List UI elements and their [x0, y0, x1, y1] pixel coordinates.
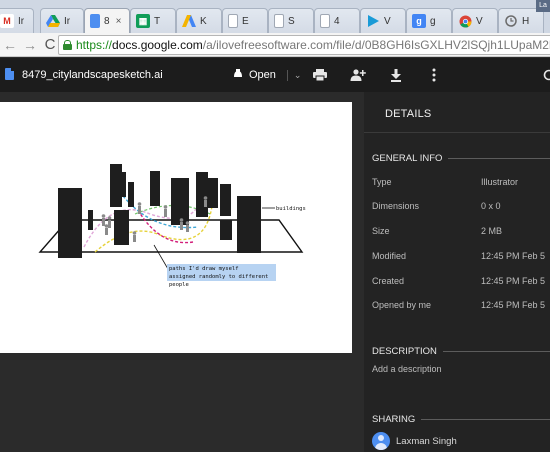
info-value-dimensions: 0 x 0 — [481, 201, 501, 211]
tab-page[interactable]: 4 — [314, 8, 360, 33]
sharing-heading-text: SHARING — [372, 414, 416, 425]
divider — [442, 351, 550, 352]
tab-play[interactable]: V — [360, 8, 406, 33]
owner-name: Laxman Singh — [396, 436, 457, 447]
lock-icon — [63, 40, 72, 50]
sketch-label-paths-line-1: paths I'd draw myself — [169, 266, 239, 272]
info-label-size: Size — [372, 226, 390, 236]
file-type-icon — [5, 68, 14, 80]
preview-page: buildings paths I'd draw myself assigned… — [0, 102, 352, 353]
avatar — [372, 432, 390, 450]
description-heading: DESCRIPTION — [372, 346, 550, 357]
tab-label: H — [522, 15, 530, 27]
sharing-heading: SHARING — [372, 414, 550, 425]
chrome-icon — [458, 14, 472, 28]
gmail-icon: M — [0, 14, 14, 28]
window-user-badge[interactable]: La — [536, 0, 550, 12]
adwords-icon — [182, 14, 196, 28]
info-value-size: 2 MB — [481, 226, 503, 236]
tab-active-document[interactable]: 8 × — [84, 8, 130, 33]
clock-icon — [504, 14, 518, 28]
comment-icon[interactable] — [540, 66, 550, 84]
page-icon — [228, 14, 238, 28]
drive-icon — [46, 14, 60, 28]
details-panel: DETAILS GENERAL INFO Type Illustrator Di… — [364, 92, 550, 452]
open-with-app-icon — [232, 68, 244, 83]
page-icon — [274, 14, 284, 28]
tab-label: Ir — [64, 15, 71, 27]
general-info-heading: GENERAL INFO — [372, 153, 550, 164]
divider — [421, 419, 550, 420]
browser-toolbar: ← → C https://docs.google.com/a/ilovefre… — [0, 33, 550, 57]
open-label: Open — [249, 69, 276, 81]
tab-adwords[interactable]: K — [176, 8, 222, 33]
tab-drive[interactable]: Ir — [40, 8, 84, 33]
forward-arrow-icon[interactable]: → — [20, 35, 40, 55]
viewer-header: 8479_citylandscapesketch.ai Open ⌄ — [0, 58, 550, 92]
tab-label: K — [200, 15, 207, 27]
tab-label: 4 — [334, 15, 340, 27]
city-landscape-sketch: buildings paths I'd draw myself assigned… — [38, 164, 306, 288]
info-label-created: Created — [372, 276, 405, 286]
browser-tab-strip: M Ir Ir 8 × ▦ T K E S 4 V g g V H La — [0, 0, 550, 33]
tab-gmail[interactable]: M Ir — [0, 8, 34, 33]
info-value-created: 12:45 PM Feb 5 — [481, 276, 546, 286]
open-with-button[interactable]: Open ⌄ — [232, 67, 301, 83]
tab-label: Ir — [18, 15, 25, 27]
url-path: /a/ilovefreesoftware.com/file/d/0B8GH6Is… — [202, 38, 550, 52]
info-value-modified: 12:45 PM Feb 5 — [481, 251, 546, 261]
docs-icon — [90, 14, 100, 28]
tab-google[interactable]: g g — [406, 8, 452, 33]
tab-details[interactable]: DETAILS — [364, 92, 550, 133]
more-options-icon[interactable] — [425, 66, 443, 84]
page-icon — [320, 14, 330, 28]
reload-icon[interactable]: C — [40, 35, 60, 55]
add-person-icon[interactable] — [349, 66, 367, 84]
general-info-heading-text: GENERAL INFO — [372, 153, 443, 164]
google-icon: g — [412, 14, 426, 28]
tab-page[interactable]: S — [268, 8, 314, 33]
file-preview-area: buildings paths I'd draw myself assigned… — [0, 92, 364, 452]
sketch-label-paths-line-2: assigned randomly to different — [169, 274, 268, 280]
back-arrow-icon[interactable]: ← — [0, 35, 20, 55]
info-label-opened-by-me: Opened by me — [372, 300, 432, 310]
print-icon[interactable] — [311, 66, 329, 84]
url-host: docs.google.com — [112, 38, 203, 52]
tab-page[interactable]: E — [222, 8, 268, 33]
info-label-modified: Modified — [372, 251, 407, 261]
url-scheme: https:// — [76, 38, 113, 52]
description-heading-text: DESCRIPTION — [372, 346, 437, 357]
tab-label: T — [154, 15, 161, 27]
description-input[interactable]: Add a description — [372, 364, 442, 374]
divider — [448, 158, 550, 159]
sheets-icon: ▦ — [136, 14, 150, 28]
sketch-label-paths-line-3: people — [169, 282, 189, 288]
tab-label: V — [476, 15, 483, 27]
tab-chrome[interactable]: V — [452, 8, 498, 33]
tab-label: S — [288, 15, 295, 27]
info-label-dimensions: Dimensions — [372, 201, 420, 211]
close-tab-icon[interactable]: × — [116, 16, 122, 27]
sketch-label-buildings: buildings — [276, 206, 306, 212]
info-label-type: Type — [372, 177, 392, 187]
file-name: 8479_citylandscapesketch.ai — [22, 69, 163, 81]
info-value-type: Illustrator — [481, 177, 519, 187]
tab-label: g — [430, 15, 436, 27]
chevron-down-icon[interactable]: ⌄ — [286, 69, 301, 81]
tab-label: E — [242, 15, 249, 27]
url-text: https://docs.google.com/a/ilovefreesoftw… — [76, 38, 550, 52]
info-value-opened-by-me: 12:45 PM Feb 5 — [481, 300, 546, 310]
tab-sheets[interactable]: ▦ T — [130, 8, 176, 33]
tab-label: 8 — [104, 15, 110, 27]
download-icon[interactable] — [387, 66, 405, 84]
play-icon — [366, 14, 380, 28]
address-bar[interactable]: https://docs.google.com/a/ilovefreesoftw… — [58, 35, 550, 55]
tab-label: V — [384, 15, 391, 27]
details-tab-label: DETAILS — [385, 108, 432, 120]
